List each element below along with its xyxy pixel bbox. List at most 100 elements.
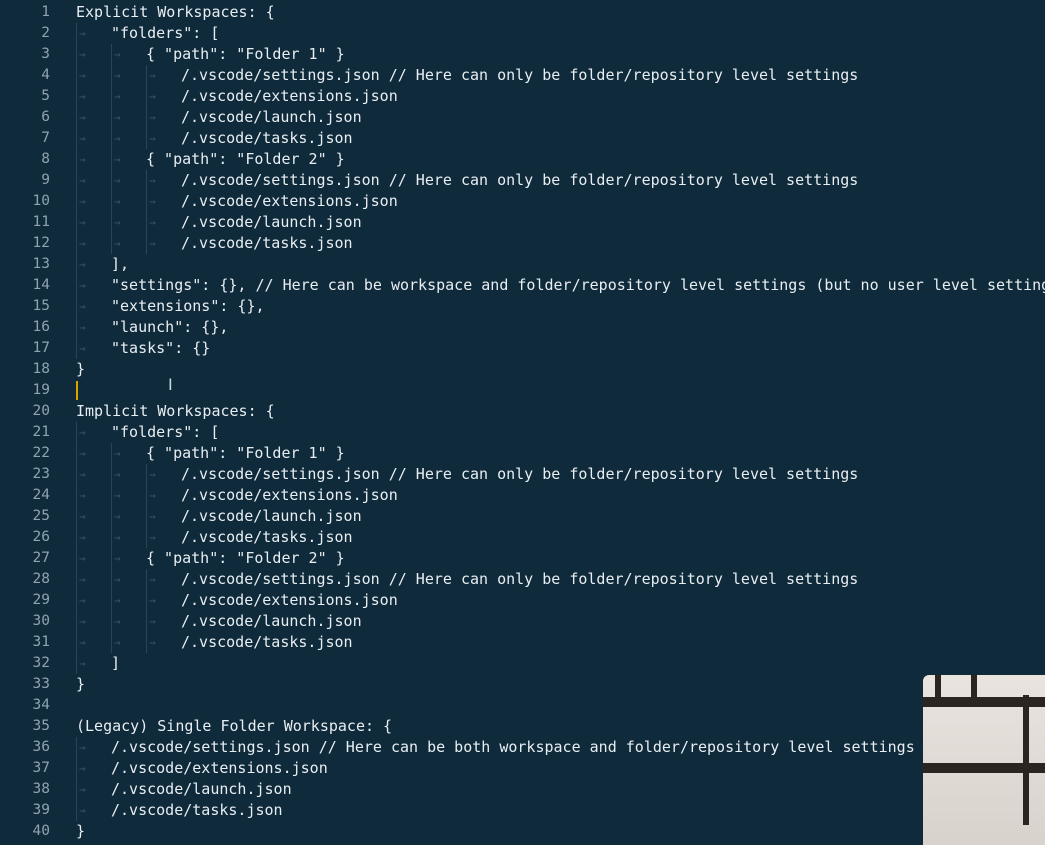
- code-text: (Legacy) Single Folder Workspace: {: [76, 717, 393, 735]
- code-line[interactable]: 20 Implicit Workspaces: {: [0, 401, 1045, 422]
- code-text: }: [76, 360, 86, 378]
- code-line[interactable]: 33}: [0, 674, 1045, 695]
- indent-guide: [146, 170, 147, 191]
- code-line[interactable]: 1 Explicit Workspaces: {: [0, 2, 1045, 23]
- line-number: 35: [32, 718, 50, 734]
- code-line[interactable]: 17 → "tasks": {}: [0, 338, 1045, 359]
- indent-guide: [111, 149, 112, 170]
- code-text: "tasks": {}: [111, 339, 211, 357]
- code-line[interactable]: 36 → /.vscode/settings.json // Here can be…: [0, 737, 1045, 758]
- code-line[interactable]: 23 → → → /.vscode/settings.json // Here can …: [0, 464, 1045, 485]
- code-line[interactable]: 16 → "launch": {},: [0, 317, 1045, 338]
- code-line[interactable]: 37 → /.vscode/extensions.json: [0, 758, 1045, 779]
- code-line[interactable]: 25 → → → /.vscode/launch.json: [0, 506, 1045, 527]
- tab-arrow-icon: →: [114, 153, 121, 166]
- tab-arrow-icon: →: [149, 69, 156, 82]
- code-line[interactable]: 14 → "settings": {}, // Here can be worksp…: [0, 275, 1045, 296]
- tab-arrow-icon: →: [79, 804, 86, 817]
- indent-guide: [111, 44, 112, 65]
- code-line[interactable]: 2 → "folders": [: [0, 23, 1045, 44]
- code-line[interactable]: 4 → → → /.vscode/settings.json // Here can o…: [0, 65, 1045, 86]
- line-number: 2: [41, 25, 50, 41]
- code-line[interactable]: 26 → → → /.vscode/tasks.json: [0, 527, 1045, 548]
- code-line[interactable]: 39 → /.vscode/tasks.json: [0, 800, 1045, 821]
- tab-arrow-icon: →: [79, 741, 86, 754]
- code-text: "folders": [: [111, 24, 220, 42]
- code-line[interactable]: 28 → → → /.vscode/settings.json // Here can …: [0, 569, 1045, 590]
- indent-guide: [111, 632, 112, 653]
- code-text: { "path": "Folder 2" }: [146, 549, 345, 567]
- line-number: 15: [32, 298, 50, 314]
- code-line[interactable]: 22 → → { "path": "Folder 1" }: [0, 443, 1045, 464]
- webcam-bracket-right: [1023, 695, 1029, 825]
- code-text: /.vscode/tasks.json: [181, 633, 353, 651]
- code-line[interactable]: 3 → → { "path": "Folder 1" }: [0, 44, 1045, 65]
- code-line[interactable]: 13 →],: [0, 254, 1045, 275]
- code-text: }: [76, 675, 86, 693]
- tab-arrow-icon: →: [79, 111, 86, 124]
- code-line[interactable]: 40}: [0, 821, 1045, 842]
- tab-arrow-icon: →: [149, 489, 156, 502]
- code-editor[interactable]: 1 Explicit Workspaces: { 2 → "folders": [ 3 → →…: [0, 0, 1045, 845]
- indent-guide: [76, 737, 77, 758]
- code-line[interactable]: 10 → → → /.vscode/extensions.json: [0, 191, 1045, 212]
- tab-arrow-icon: →: [79, 573, 86, 586]
- code-line[interactable]: 5 → → → /.vscode/extensions.json: [0, 86, 1045, 107]
- code-text: /.vscode/extensions.json: [181, 591, 398, 609]
- code-line[interactable]: 31 → → → /.vscode/tasks.json: [0, 632, 1045, 653]
- code-line[interactable]: 19: [0, 380, 1045, 401]
- code-line[interactable]: 30 → → → /.vscode/launch.json: [0, 611, 1045, 632]
- code-line[interactable]: 38 → /.vscode/launch.json: [0, 779, 1045, 800]
- indent-guide: [146, 464, 147, 485]
- tab-arrow-icon: →: [114, 468, 121, 481]
- code-text: /.vscode/settings.json // Here can only …: [181, 570, 859, 588]
- code-text: /.vscode/launch.json: [111, 780, 292, 798]
- line-number: 32: [32, 655, 50, 671]
- tab-arrow-icon: →: [79, 342, 86, 355]
- line-number: 34: [32, 697, 50, 713]
- line-number: 1: [41, 4, 50, 20]
- text-cursor: [76, 381, 78, 400]
- line-number: 26: [32, 529, 50, 545]
- indent-guide: [111, 569, 112, 590]
- tab-arrow-icon: →: [79, 636, 86, 649]
- code-line[interactable]: 29 → → → /.vscode/extensions.json: [0, 590, 1045, 611]
- code-line[interactable]: 24 → → → /.vscode/extensions.json: [0, 485, 1045, 506]
- code-line[interactable]: 18}: [0, 359, 1045, 380]
- indent-guide: [111, 65, 112, 86]
- indent-guide: [111, 86, 112, 107]
- tab-arrow-icon: →: [79, 237, 86, 250]
- code-line[interactable]: 34: [0, 695, 1045, 716]
- code-line[interactable]: 6 → → → /.vscode/launch.json: [0, 107, 1045, 128]
- indent-guide: [76, 107, 77, 128]
- code-text: /.vscode/launch.json: [181, 507, 362, 525]
- indent-guide: [76, 779, 77, 800]
- code-line[interactable]: 35 (Legacy) Single Folder Workspace: {: [0, 716, 1045, 737]
- tab-arrow-icon: →: [149, 195, 156, 208]
- indent-guide: [76, 128, 77, 149]
- code-line[interactable]: 27 → → { "path": "Folder 2" }: [0, 548, 1045, 569]
- code-line[interactable]: 8 → → { "path": "Folder 2" }: [0, 149, 1045, 170]
- code-line[interactable]: 32 →]: [0, 653, 1045, 674]
- line-number: 23: [32, 466, 50, 482]
- tab-arrow-icon: →: [114, 552, 121, 565]
- indent-guide: [111, 611, 112, 632]
- code-line[interactable]: 12 → → → /.vscode/tasks.json: [0, 233, 1045, 254]
- tab-arrow-icon: →: [79, 783, 86, 796]
- indent-guide: [76, 86, 77, 107]
- line-number: 18: [32, 361, 50, 377]
- line-number: 16: [32, 319, 50, 335]
- webcam-bracket-center: [971, 675, 977, 701]
- tab-arrow-icon: →: [79, 27, 86, 40]
- code-line[interactable]: 7 → → → /.vscode/tasks.json: [0, 128, 1045, 149]
- line-number: 21: [32, 424, 50, 440]
- indent-guide: [76, 422, 77, 443]
- code-line[interactable]: 9 → → → /.vscode/settings.json // Here can o…: [0, 170, 1045, 191]
- code-line[interactable]: 15 → "extensions": {},: [0, 296, 1045, 317]
- code-line[interactable]: 11 → → → /.vscode/launch.json: [0, 212, 1045, 233]
- indent-guide: [111, 506, 112, 527]
- line-number: 9: [41, 172, 50, 188]
- line-number: 17: [32, 340, 50, 356]
- code-text: /.vscode/launch.json: [181, 108, 362, 126]
- code-line[interactable]: 21 → "folders": [: [0, 422, 1045, 443]
